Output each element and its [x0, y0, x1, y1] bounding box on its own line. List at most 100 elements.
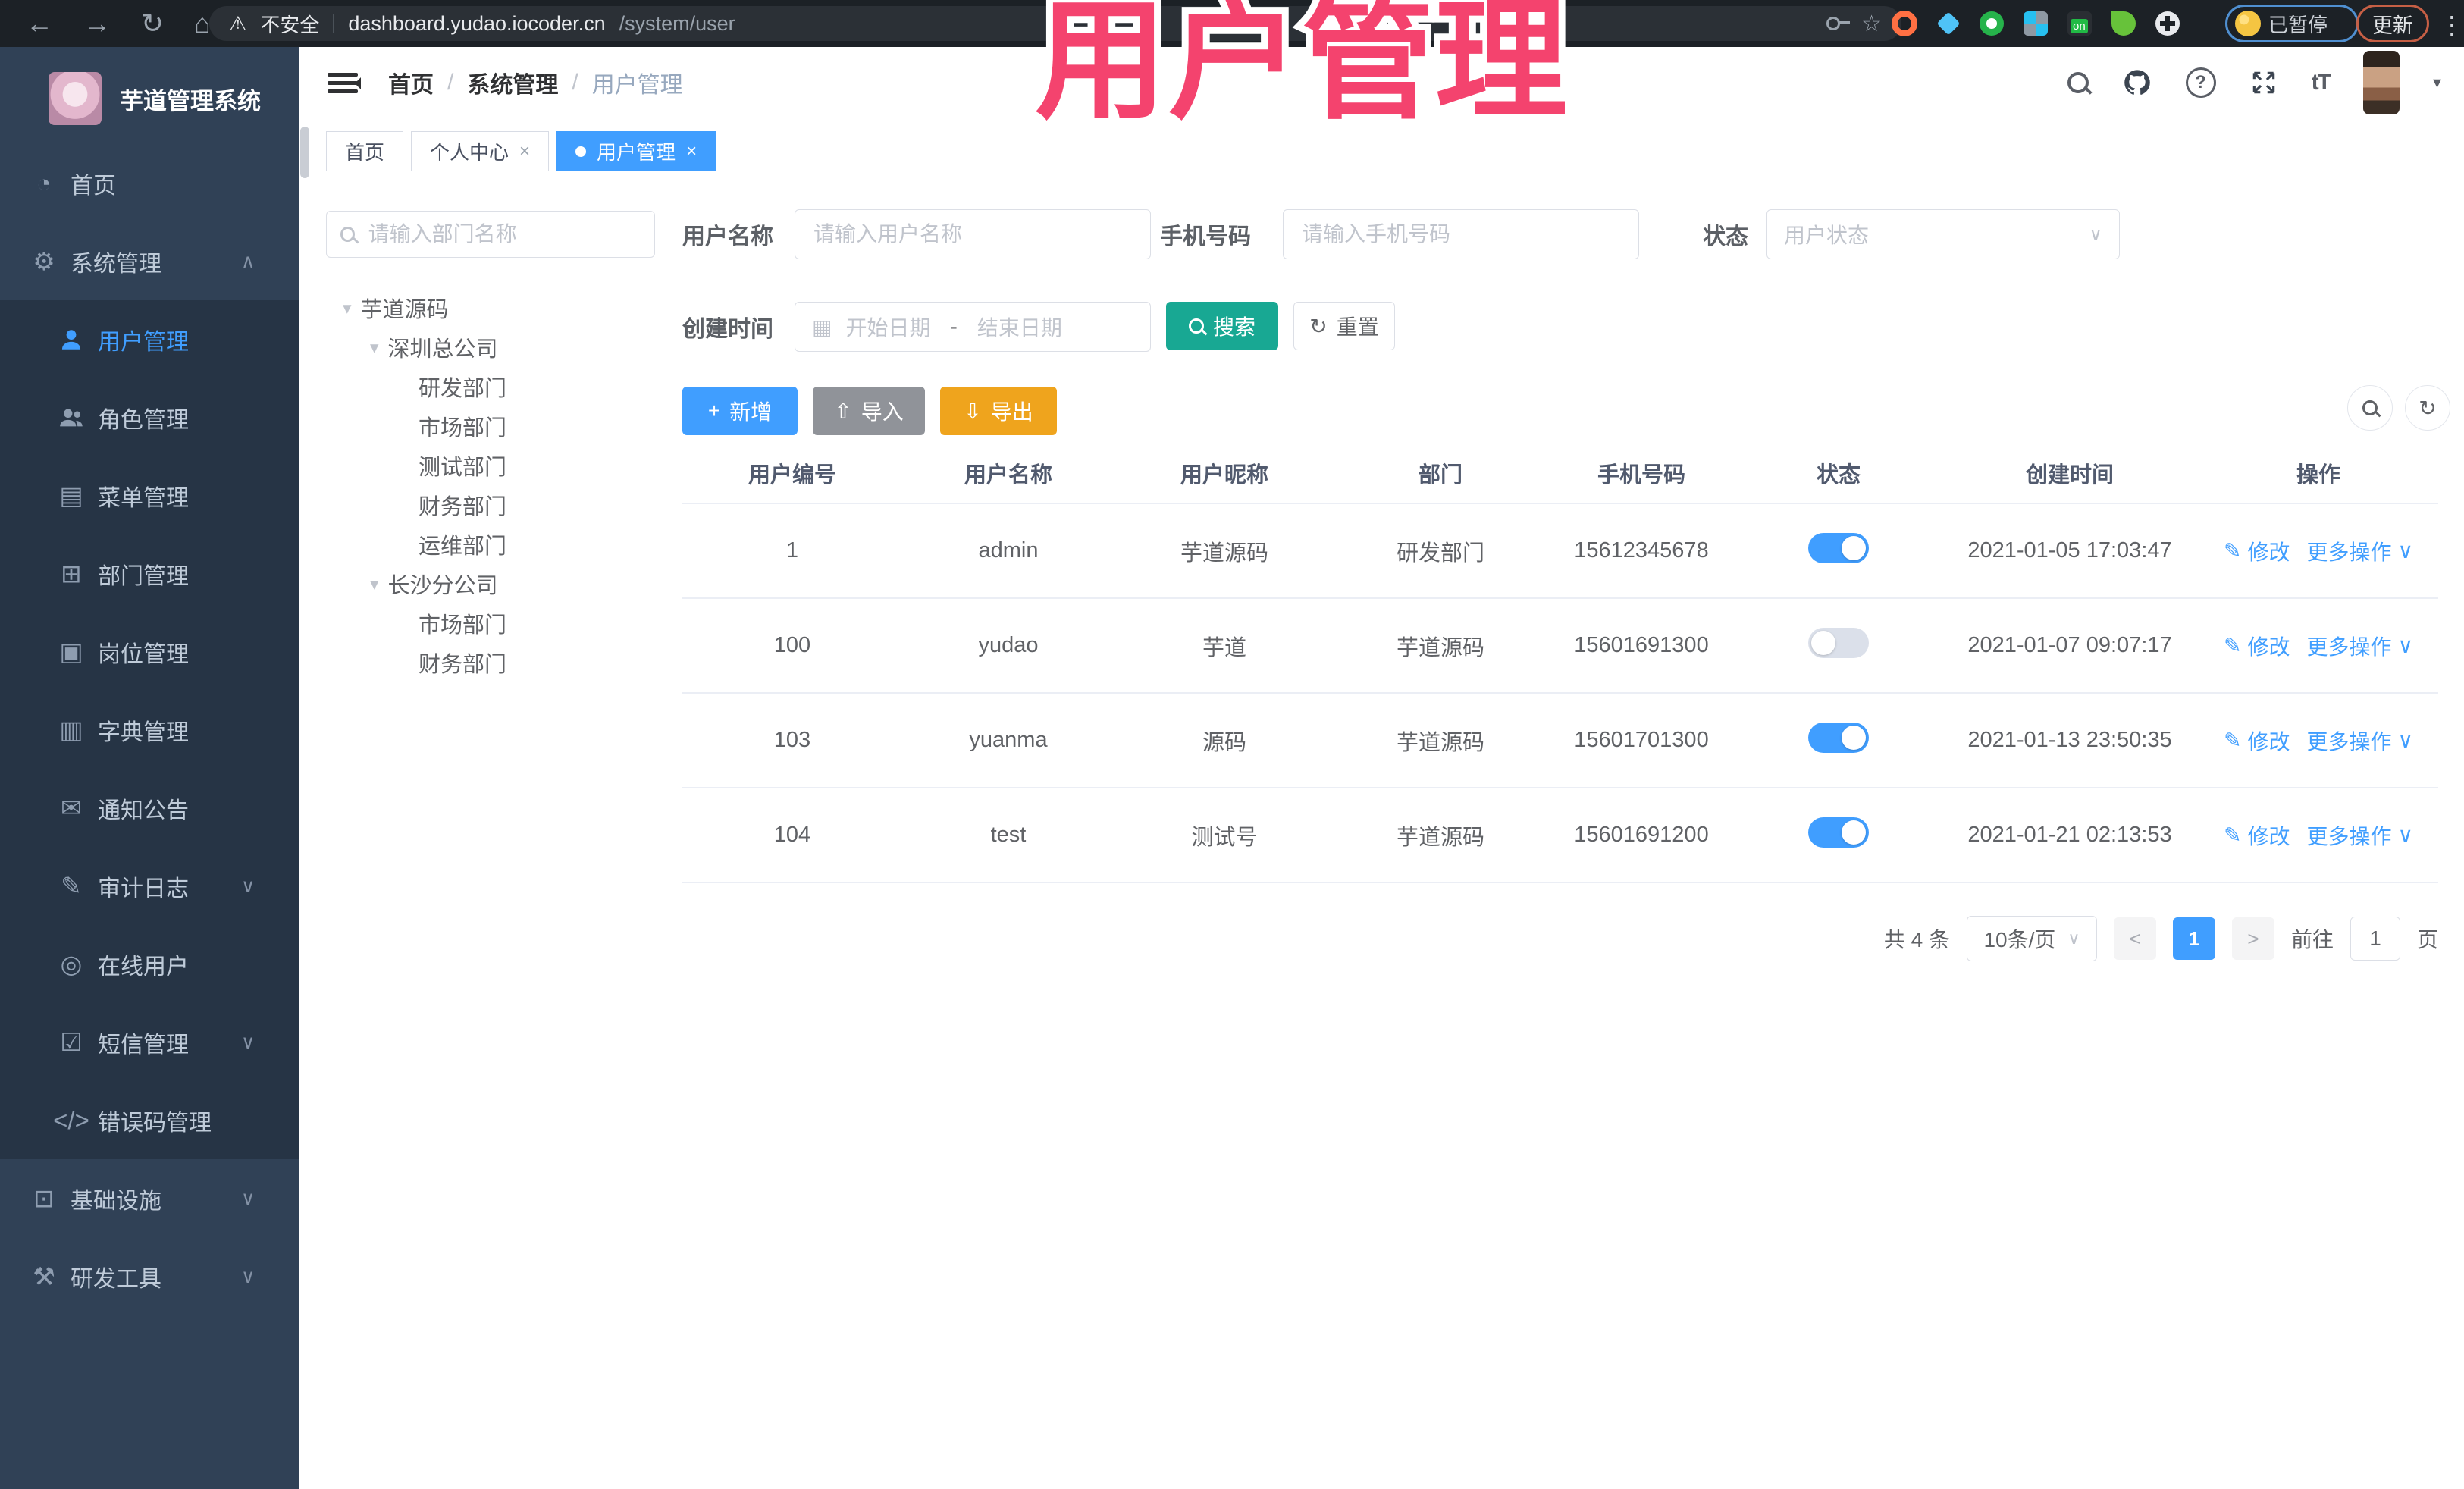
- extension-green-icon[interactable]: [1980, 11, 2004, 36]
- tree-node[interactable]: 财务部门: [299, 643, 655, 682]
- more-actions-link[interactable]: 更多操作 ∨: [2306, 536, 2413, 566]
- status-toggle[interactable]: [1808, 817, 1869, 848]
- edit-link[interactable]: ✎ 修改: [2224, 536, 2290, 566]
- tools-icon: ⚒: [33, 1262, 55, 1290]
- status-toggle[interactable]: [1808, 532, 1869, 563]
- sidebar-item-dict[interactable]: ▥ 字典管理: [0, 691, 299, 769]
- reload-icon[interactable]: ↻: [141, 8, 164, 39]
- extension-gem-icon[interactable]: [1936, 11, 1961, 36]
- sidebar-item-notice[interactable]: ✉ 通知公告: [0, 769, 299, 847]
- sidebar-item-system[interactable]: ⚙ 系统管理 ∧: [0, 222, 299, 300]
- page-number-button[interactable]: 1: [2172, 917, 2215, 960]
- export-button[interactable]: ⇩ 导出: [940, 387, 1057, 435]
- profile-paused-pill[interactable]: 已暂停: [2225, 5, 2359, 42]
- refresh-table-button[interactable]: ↻: [2405, 385, 2450, 431]
- sidebar-scrollbar[interactable]: [300, 127, 309, 178]
- security-label[interactable]: 不安全: [260, 10, 319, 38]
- edit-link[interactable]: ✎ 修改: [2224, 820, 2290, 851]
- extensions-puzzle-icon[interactable]: [2155, 11, 2180, 36]
- tree-node[interactable]: 运维部门: [299, 525, 655, 564]
- font-size-icon[interactable]: tT: [2312, 70, 2331, 96]
- sidebar-item-user[interactable]: 用户管理: [0, 300, 299, 378]
- logo-row[interactable]: 芋道管理系统: [0, 47, 299, 136]
- breadcrumb-home[interactable]: 首页: [388, 66, 434, 99]
- collapse-sidebar-icon[interactable]: [328, 68, 361, 97]
- sidebar-item-home[interactable]: ◔ 首页: [0, 144, 299, 222]
- goto-page-input[interactable]: [2350, 917, 2400, 961]
- browser-menu-icon[interactable]: ⋮: [2440, 11, 2464, 39]
- forward-icon[interactable]: →: [83, 8, 111, 39]
- roles-icon: [55, 405, 88, 431]
- dept-search-input[interactable]: [366, 221, 641, 247]
- tree-node[interactable]: 市场部门: [299, 406, 655, 446]
- tab-2[interactable]: 个人中心 ×: [411, 131, 550, 171]
- date-range-picker[interactable]: ▦ 开始日期 - 结束日期: [795, 302, 1151, 352]
- import-button[interactable]: ⇧ 导入: [813, 387, 925, 435]
- avatar-caret-icon[interactable]: ▾: [2433, 73, 2441, 92]
- sidebar-item-menu[interactable]: ▤ 菜单管理: [0, 456, 299, 534]
- help-icon[interactable]: ?: [2185, 67, 2216, 98]
- status-toggle[interactable]: [1808, 627, 1869, 658]
- breadcrumb-system[interactable]: 系统管理: [467, 66, 558, 99]
- breadcrumb: 首页 / 系统管理 / 用户管理: [388, 47, 683, 118]
- sidebar-item-role[interactable]: 角色管理: [0, 378, 299, 456]
- sidebar-item-errcode[interactable]: </> 错误码管理: [0, 1081, 299, 1159]
- sidebar-item-post[interactable]: ▣ 岗位管理: [0, 613, 299, 691]
- extension-switch-icon[interactable]: [2067, 11, 2092, 36]
- extension-grid-icon[interactable]: [2024, 11, 2048, 36]
- sidebar-item-audit[interactable]: ✎ 审计日志 ∨: [0, 847, 299, 925]
- tree-node[interactable]: ▾ 长沙分公司: [299, 564, 655, 603]
- tree-node[interactable]: 市场部门: [299, 603, 655, 643]
- close-icon[interactable]: ×: [686, 141, 697, 162]
- extension-orange-icon[interactable]: [1892, 11, 1917, 36]
- search-button[interactable]: 搜索: [1166, 302, 1278, 350]
- sidebar-item-infra[interactable]: ⊡ 基础设施 ∨: [0, 1159, 299, 1237]
- more-actions-link[interactable]: 更多操作 ∨: [2306, 631, 2413, 661]
- tab-1[interactable]: 首页: [326, 131, 404, 171]
- prev-page-button[interactable]: <: [2113, 917, 2156, 960]
- back-icon[interactable]: ←: [26, 8, 53, 39]
- goto-label: 前往: [2290, 928, 2334, 951]
- sidebar-item-dept[interactable]: ⊞ 部门管理: [0, 534, 299, 613]
- mobile-input[interactable]: [1300, 221, 1622, 247]
- next-page-button[interactable]: >: [2231, 917, 2274, 960]
- sidebar-item-online[interactable]: ◎ 在线用户: [0, 925, 299, 1003]
- edit-link[interactable]: ✎ 修改: [2224, 631, 2290, 661]
- status-toggle[interactable]: [1808, 722, 1869, 753]
- sidebar-item-sms[interactable]: ☑ 短信管理 ∨: [0, 1003, 299, 1081]
- edit-link[interactable]: ✎ 修改: [2224, 726, 2290, 756]
- address-bar[interactable]: ⚠ 不安全 dashboard.yudao.iocoder.cn /system…: [209, 6, 1901, 41]
- sidebar-item-devtools[interactable]: ⚒ 研发工具 ∨: [0, 1237, 299, 1315]
- home-icon[interactable]: ⌂: [194, 8, 211, 39]
- bookmark-star-icon[interactable]: ☆: [1861, 11, 1882, 37]
- tree-node[interactable]: 测试部门: [299, 446, 655, 485]
- more-actions-link[interactable]: 更多操作 ∨: [2306, 820, 2413, 851]
- content: ▾芋道源码▾深圳总公司研发部门市场部门测试部门财务部门运维部门▾长沙分公司市场部…: [299, 177, 2464, 1489]
- close-icon[interactable]: ×: [519, 141, 530, 162]
- toggle-knob: [1842, 820, 1866, 845]
- extension-leaf-icon[interactable]: [2111, 11, 2136, 36]
- username-input[interactable]: [812, 221, 1133, 247]
- cell-username: yuanma: [969, 728, 1048, 752]
- app-header: 首页 / 系统管理 / 用户管理 ? tT ▾: [299, 47, 2464, 119]
- total-count-label: 共 4 条: [1883, 928, 1950, 951]
- github-icon[interactable]: [2122, 67, 2152, 98]
- key-icon[interactable]: [1826, 17, 1851, 30]
- fullscreen-icon[interactable]: [2249, 68, 2278, 97]
- tab-3[interactable]: 用户管理 ×: [556, 131, 716, 171]
- update-button[interactable]: 更新: [2356, 5, 2429, 42]
- more-actions-link[interactable]: 更多操作 ∨: [2306, 726, 2413, 756]
- add-button[interactable]: + 新增: [682, 387, 798, 435]
- show-search-button[interactable]: [2347, 385, 2393, 431]
- page-size-select[interactable]: 10条/页 ∨: [1966, 916, 2097, 961]
- reset-button[interactable]: ↻ 重置: [1293, 302, 1395, 350]
- column-header: 用户昵称: [1180, 463, 1268, 487]
- tree-node[interactable]: 财务部门: [299, 485, 655, 525]
- table-row: 103 yuanma 源码 芋道源码 15601701300 2021-01-13 23:…: [682, 694, 2438, 788]
- tree-node[interactable]: 研发部门: [299, 367, 655, 406]
- tree-node[interactable]: ▾ 芋道源码: [299, 288, 655, 328]
- search-icon[interactable]: [2067, 72, 2089, 93]
- tree-node[interactable]: ▾ 深圳总公司: [299, 328, 655, 367]
- status-select[interactable]: 用户状态 ∨: [1766, 209, 2120, 259]
- user-avatar[interactable]: [2362, 51, 2400, 114]
